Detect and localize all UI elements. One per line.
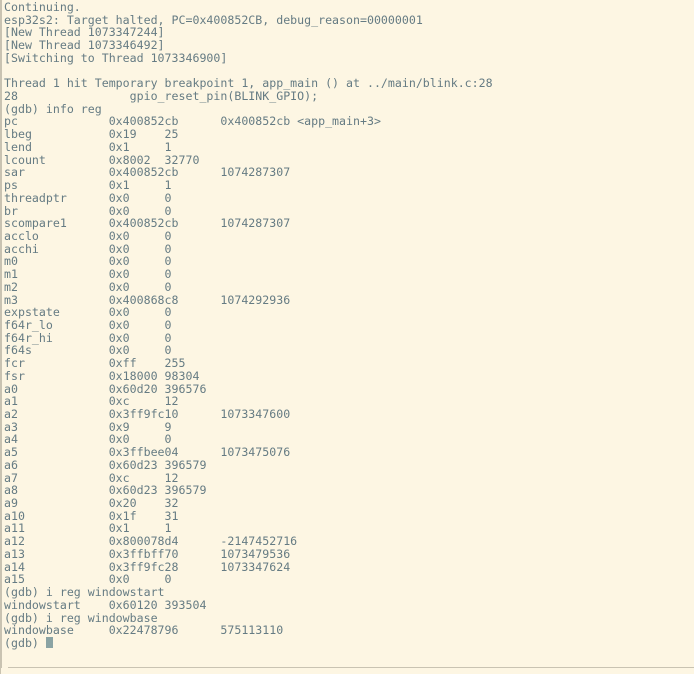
- prompt-line-windowstart: (gdb) i reg windowstart: [4, 585, 165, 600]
- register-row-fcr: fcr 0xff 255: [4, 356, 186, 371]
- register-row-f64r_lo: f64r_lo 0x0 0: [4, 317, 172, 332]
- register-row-threadptr: threadptr 0x0 0: [4, 190, 172, 205]
- register-row-a6: a6 0x60d23 396579: [4, 457, 207, 472]
- register-row-lend: lend 0x1 1: [4, 139, 172, 154]
- text-cursor: [45, 636, 54, 648]
- register-row-a12: a12 0x800078d4 -2147452716: [4, 534, 298, 549]
- terminal-screen: Continuing. esp32s2: Target halted, PC=0x…: [4, 1, 493, 650]
- active-prompt-line[interactable]: (gdb): [4, 637, 493, 650]
- register-row-a13: a13 0x3ffbff70 1073479536: [4, 546, 291, 561]
- register-row-a2: a2 0x3ff9fc10 1073347600: [4, 407, 291, 421]
- register-row-m2: m2 0x0 0: [4, 279, 172, 294]
- window-left-border: [1, 0, 2, 668]
- session-line-3: [New Thread 1073346492]: [4, 38, 165, 53]
- register-row-a9: a9 0x20 32: [4, 496, 179, 511]
- window-bottom-border: [8, 667, 694, 668]
- register-row-a5: a5 0x3ffbee04 1073475076: [4, 445, 291, 460]
- register-row-fsr: fsr 0x18000 98304: [4, 368, 200, 383]
- register-row-windowstart: windowstart 0x60120 393504: [4, 597, 207, 612]
- register-row-ps: ps 0x1 1: [4, 178, 172, 193]
- session-line-0: Continuing.: [4, 0, 81, 14]
- register-row-acclo: acclo 0x0 0: [4, 228, 172, 243]
- register-row-windowbase: windowbase 0x22478796 575113110: [4, 623, 284, 638]
- register-row-m1: m1 0x0 0: [4, 267, 172, 282]
- register-row-lbeg: lbeg 0x19 25: [4, 127, 179, 142]
- session-line-7: 28 gpio_reset_pin(BLINK_GPIO);: [4, 89, 319, 104]
- terminal-window[interactable]: Continuing. esp32s2: Target halted, PC=0x…: [0, 0, 694, 674]
- session-line-4: [Switching to Thread 1073346900]: [4, 50, 228, 65]
